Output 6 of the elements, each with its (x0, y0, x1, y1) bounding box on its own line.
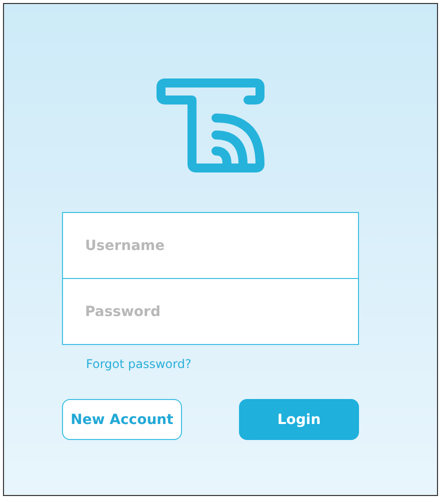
forgot-password-link[interactable]: Forgot password? (86, 357, 192, 371)
logo-icon (156, 78, 266, 174)
username-field[interactable]: Username (62, 212, 359, 279)
login-button[interactable]: Login (239, 399, 359, 440)
new-account-button[interactable]: New Account (62, 399, 182, 440)
password-field[interactable]: Password (62, 279, 359, 345)
